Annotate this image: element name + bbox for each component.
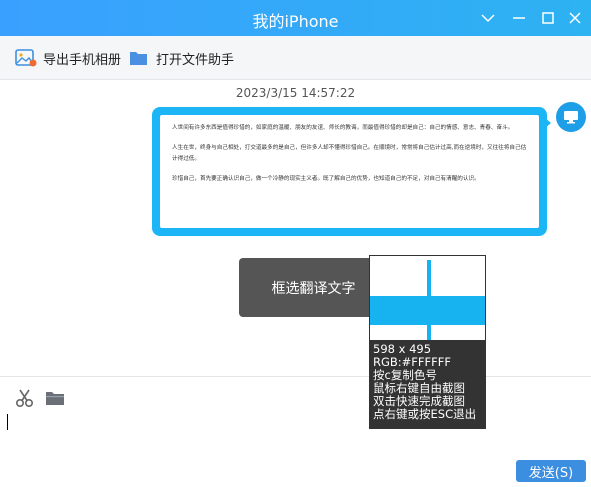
- message-paragraph: 珍惜自己，首先要正确认识自己，做一个冷静的现实主义者。既了解自己的优势，也知道自…: [172, 176, 480, 182]
- scissors-icon[interactable]: [14, 388, 36, 408]
- message-image: 人世间有许多东西是值得珍惜的，如家庭的温暖、朋友的友谊、师长的教诲，而最值得珍惜…: [160, 115, 539, 228]
- folder-icon[interactable]: [44, 388, 66, 408]
- message-paragraph: 人世间有许多东西是值得珍惜的，如家庭的温暖、朋友的友谊、师长的教诲，而最值得珍惜…: [172, 125, 514, 131]
- computer-icon: [564, 111, 578, 124]
- text-cursor[interactable]: [7, 414, 8, 430]
- send-button[interactable]: 发送(S): [516, 460, 586, 482]
- maximize-icon[interactable]: [539, 9, 557, 27]
- crosshair-vertical: [427, 260, 431, 340]
- message-paragraph: 人生在世，终身与自己相处，打交道最多的是自己，但许多人却不懂得珍惜自己。在顺境时…: [172, 145, 527, 162]
- app-window: 我的iPhone 导出手机相册 打开文件助手 2023/3/15 14:57:2…: [0, 0, 591, 487]
- collapse-icon[interactable]: [479, 9, 497, 27]
- message-timestamp: 2023/3/15 14:57:22: [235, 86, 356, 100]
- export-album-button[interactable]: 导出手机相册: [15, 47, 121, 69]
- minimize-icon[interactable]: [510, 9, 528, 27]
- screenshot-magnifier: [369, 255, 486, 341]
- toolbar: 导出手机相册 打开文件助手: [0, 36, 591, 80]
- photo-album-icon: [15, 48, 37, 68]
- translate-selection-button[interactable]: 框选翻译文字: [239, 258, 388, 317]
- open-file-helper-button[interactable]: 打开文件助手: [128, 47, 234, 69]
- exit-hint: 点右键或按ESC退出: [373, 407, 477, 421]
- message-bubble[interactable]: 人世间有许多东西是值得珍惜的，如家庭的温暖、朋友的友谊、师长的教诲，而最值得珍惜…: [152, 107, 547, 236]
- avatar[interactable]: [556, 102, 586, 132]
- chat-area: 2023/3/15 14:57:22 人世间有许多东西是值得珍惜的，如家庭的温暖…: [0, 81, 591, 376]
- window-title: 我的iPhone: [252, 12, 339, 31]
- input-area: 发送(S): [0, 376, 591, 487]
- magnifier-info-panel: 598 x 495 RGB:#FFFFFF 按c复制色号 鼠标右键自由截图 双击…: [369, 341, 486, 429]
- export-album-label: 导出手机相册: [43, 52, 122, 68]
- folder-icon: [128, 48, 150, 68]
- open-file-helper-label: 打开文件助手: [156, 52, 235, 68]
- title-bar: 我的iPhone: [0, 0, 591, 36]
- close-icon[interactable]: [566, 9, 584, 27]
- bubble-tail: [544, 117, 551, 129]
